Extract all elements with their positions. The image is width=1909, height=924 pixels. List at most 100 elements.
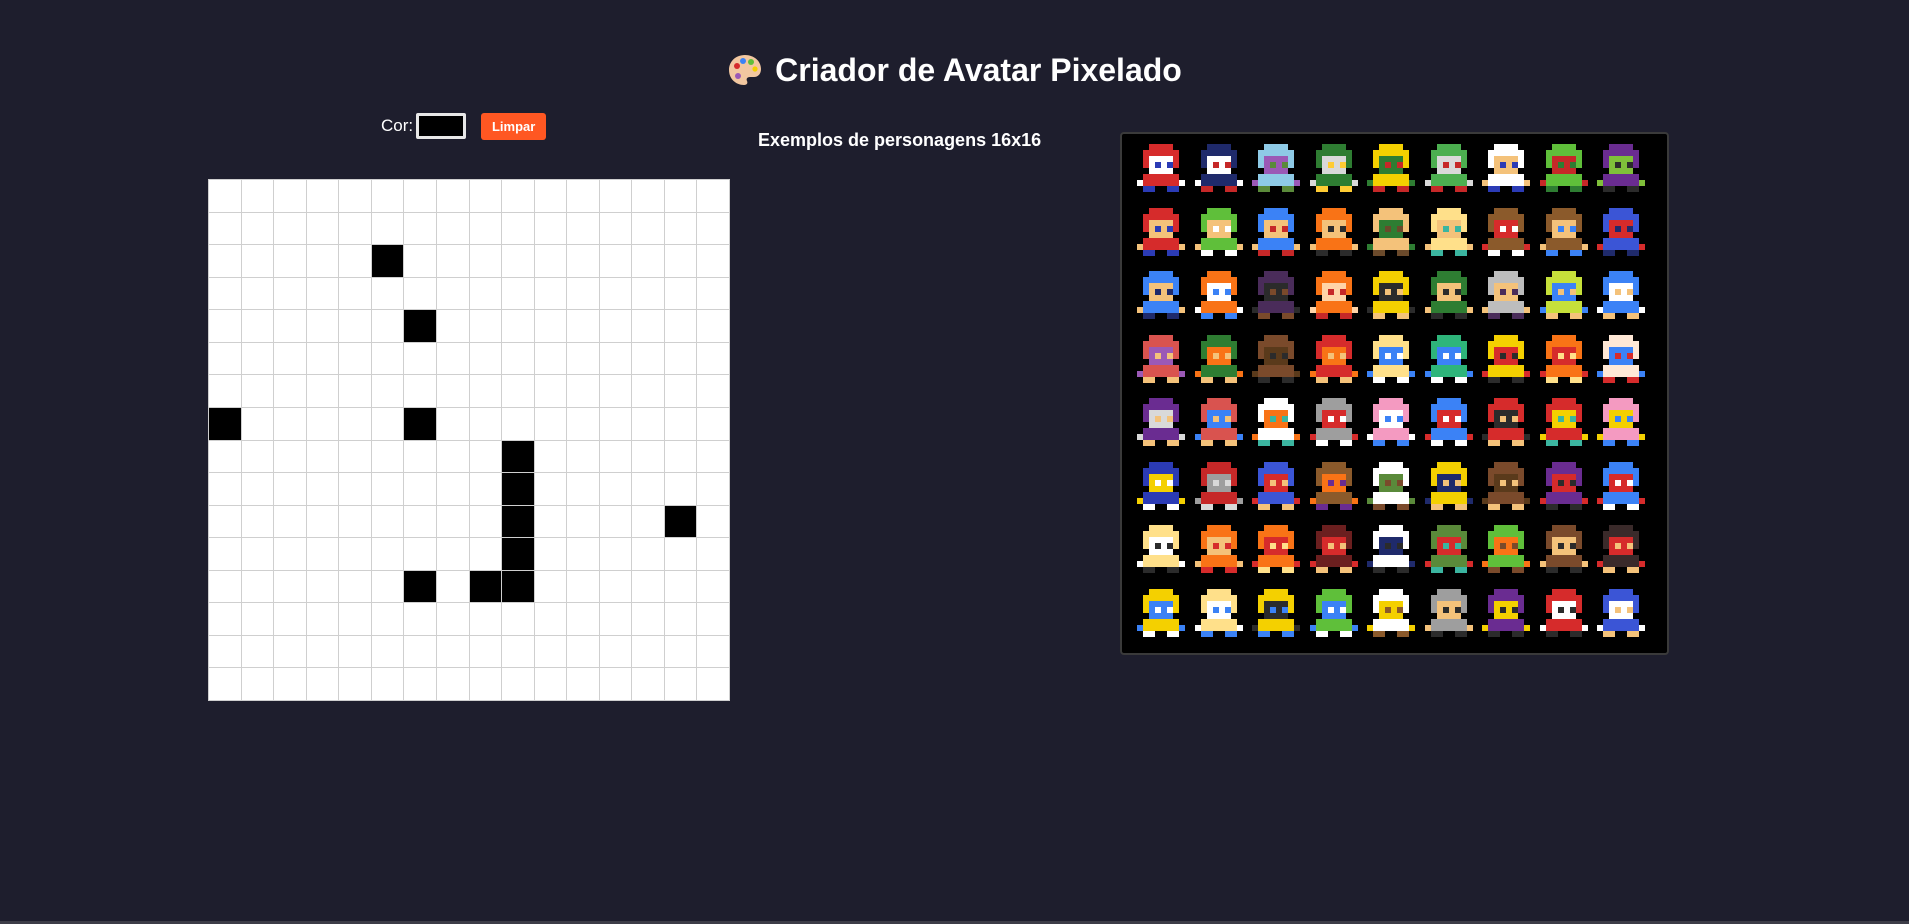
pixel-cell[interactable] <box>599 668 633 701</box>
pixel-cell[interactable] <box>664 668 698 701</box>
pixel-cell[interactable] <box>664 635 698 669</box>
pixel-cell[interactable] <box>371 375 405 408</box>
pixel-cell[interactable] <box>209 538 242 571</box>
pixel-cell[interactable] <box>209 440 242 474</box>
pixel-cell[interactable] <box>664 473 698 506</box>
pixel-cell[interactable] <box>697 570 730 604</box>
pixel-cell[interactable] <box>241 407 275 441</box>
pixel-cell[interactable] <box>599 310 633 343</box>
pixel-cell[interactable] <box>241 635 275 669</box>
pixel-cell[interactable] <box>436 635 470 669</box>
pixel-cell[interactable] <box>567 440 600 474</box>
pixel-cell[interactable] <box>632 407 665 441</box>
pixel-cell[interactable] <box>339 375 372 408</box>
pixel-cell[interactable] <box>274 570 307 604</box>
pixel-cell[interactable] <box>469 245 503 278</box>
pixel-cell[interactable] <box>697 473 730 506</box>
pixel-cell[interactable] <box>502 245 535 278</box>
pixel-cell[interactable] <box>241 440 275 474</box>
pixel-cell[interactable] <box>534 473 568 506</box>
pixel-cell[interactable] <box>371 505 405 539</box>
pixel-cell[interactable] <box>664 310 698 343</box>
pixel-cell[interactable] <box>404 277 437 311</box>
pixel-cell[interactable] <box>599 440 633 474</box>
pixel-cell[interactable] <box>404 310 437 343</box>
pixel-cell[interactable] <box>339 635 372 669</box>
pixel-cell[interactable] <box>599 180 633 213</box>
pixel-cell[interactable] <box>371 342 405 376</box>
pixel-cell[interactable] <box>274 505 307 539</box>
pixel-cell[interactable] <box>632 212 665 246</box>
pixel-cell[interactable] <box>502 635 535 669</box>
pixel-cell[interactable] <box>599 635 633 669</box>
pixel-cell[interactable] <box>632 538 665 571</box>
pixel-cell[interactable] <box>339 505 372 539</box>
pixel-cell[interactable] <box>469 342 503 376</box>
pixel-cell[interactable] <box>274 342 307 376</box>
pixel-cell[interactable] <box>502 570 535 604</box>
pixel-cell[interactable] <box>534 310 568 343</box>
pixel-cell[interactable] <box>306 668 340 701</box>
pixel-cell[interactable] <box>306 375 340 408</box>
pixel-cell[interactable] <box>306 505 340 539</box>
pixel-cell[interactable] <box>502 310 535 343</box>
pixel-cell[interactable] <box>599 212 633 246</box>
pixel-cell[interactable] <box>371 310 405 343</box>
pixel-cell[interactable] <box>339 538 372 571</box>
pixel-cell[interactable] <box>502 440 535 474</box>
pixel-cell[interactable] <box>502 538 535 571</box>
pixel-cell[interactable] <box>534 603 568 636</box>
pixel-cell[interactable] <box>469 180 503 213</box>
pixel-cell[interactable] <box>534 180 568 213</box>
pixel-cell[interactable] <box>306 277 340 311</box>
pixel-cell[interactable] <box>274 538 307 571</box>
pixel-cell[interactable] <box>306 180 340 213</box>
pixel-cell[interactable] <box>632 505 665 539</box>
pixel-cell[interactable] <box>664 603 698 636</box>
pixel-cell[interactable] <box>697 505 730 539</box>
pixel-cell[interactable] <box>534 570 568 604</box>
pixel-cell[interactable] <box>274 310 307 343</box>
pixel-cell[interactable] <box>209 212 242 246</box>
pixel-cell[interactable] <box>567 375 600 408</box>
pixel-cell[interactable] <box>404 212 437 246</box>
pixel-cell[interactable] <box>632 473 665 506</box>
pixel-cell[interactable] <box>241 277 275 311</box>
pixel-cell[interactable] <box>664 538 698 571</box>
pixel-cell[interactable] <box>371 440 405 474</box>
pixel-cell[interactable] <box>274 440 307 474</box>
pixel-cell[interactable] <box>664 180 698 213</box>
pixel-cell[interactable] <box>404 505 437 539</box>
pixel-cell[interactable] <box>371 570 405 604</box>
pixel-cell[interactable] <box>339 310 372 343</box>
pixel-cell[interactable] <box>534 538 568 571</box>
pixel-cell[interactable] <box>664 342 698 376</box>
pixel-cell[interactable] <box>632 570 665 604</box>
pixel-cell[interactable] <box>534 635 568 669</box>
pixel-cell[interactable] <box>404 668 437 701</box>
pixel-cell[interactable] <box>567 473 600 506</box>
pixel-cell[interactable] <box>209 310 242 343</box>
pixel-cell[interactable] <box>436 310 470 343</box>
pixel-cell[interactable] <box>404 603 437 636</box>
pixel-cell[interactable] <box>371 277 405 311</box>
pixel-cell[interactable] <box>404 180 437 213</box>
pixel-cell[interactable] <box>339 277 372 311</box>
pixel-cell[interactable] <box>274 375 307 408</box>
pixel-cell[interactable] <box>274 180 307 213</box>
pixel-cell[interactable] <box>339 407 372 441</box>
pixel-cell[interactable] <box>404 473 437 506</box>
pixel-cell[interactable] <box>632 440 665 474</box>
pixel-cell[interactable] <box>697 407 730 441</box>
pixel-cell[interactable] <box>534 212 568 246</box>
pixel-cell[interactable] <box>241 538 275 571</box>
pixel-cell[interactable] <box>436 570 470 604</box>
pixel-cell[interactable] <box>567 310 600 343</box>
pixel-cell[interactable] <box>404 538 437 571</box>
pixel-cell[interactable] <box>567 407 600 441</box>
pixel-cell[interactable] <box>306 342 340 376</box>
pixel-cell[interactable] <box>436 277 470 311</box>
pixel-cell[interactable] <box>371 407 405 441</box>
pixel-cell[interactable] <box>697 310 730 343</box>
pixel-cell[interactable] <box>436 440 470 474</box>
